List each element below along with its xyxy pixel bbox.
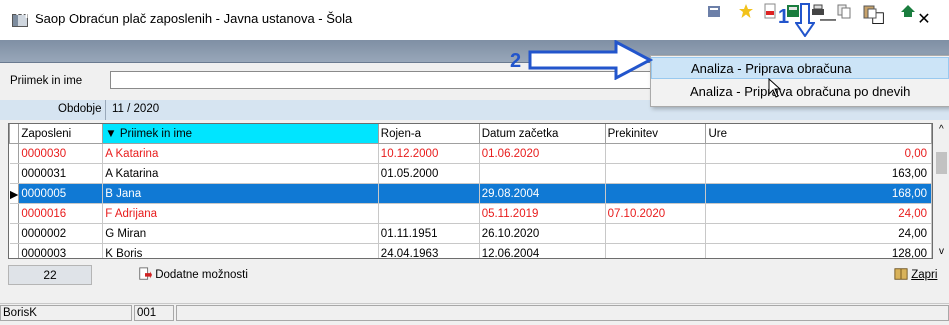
employees-grid: Zaposleni ▼ Priimek in ime Rojen-a Datum… — [8, 123, 933, 259]
cell-hours: 128,00 — [705, 243, 932, 258]
period-value: 11 / 2020 — [112, 103, 160, 115]
row-indicator-header — [9, 124, 20, 144]
arrow-doc-icon — [139, 267, 152, 280]
cell-born: 24.04.1963 — [377, 243, 480, 258]
cell-hours: 168,00 — [705, 183, 932, 204]
annotation-arrow-right-icon — [528, 40, 653, 80]
cell-termination — [604, 163, 707, 184]
close-button[interactable]: Zapri — [894, 267, 937, 281]
table-row[interactable]: 0000016 F Adrijana 05.11.2019 07.10.2020 24,… — [9, 203, 932, 224]
pdf-icon[interactable] — [762, 3, 778, 19]
more-options-button[interactable]: Dodatne možnosti — [138, 267, 248, 281]
table-header-row: Zaposleni ▼ Priimek in ime Rojen-a Datum… — [9, 124, 932, 144]
row-indicator — [9, 243, 20, 258]
period-label: Obdobje — [58, 103, 102, 115]
book-icon — [894, 268, 908, 280]
cell-employee-id: 0000005 — [18, 183, 104, 204]
menu-item-analysis-preparation-daily[interactable]: Analiza - Priprava obračuna po dnevih — [651, 81, 949, 103]
column-header-employee[interactable]: Zaposleni — [18, 124, 104, 144]
cell-hours: 163,00 — [705, 163, 932, 184]
record-count: 22 — [8, 265, 92, 285]
cell-termination — [604, 223, 707, 244]
cell-termination — [604, 183, 707, 204]
cell-name: F Adrijana — [102, 203, 379, 224]
cell-start-date — [478, 163, 606, 184]
cell-employee-id: 0000030 — [18, 143, 104, 164]
table-row[interactable]: 0000030 A Katarina 10.12.2000 01.06.2020 0,0… — [9, 143, 932, 164]
annotation-step-2: 2 — [510, 50, 522, 72]
star-icon[interactable] — [738, 3, 754, 19]
scroll-up-icon[interactable]: ^ — [939, 124, 944, 135]
cell-employee-id: 0000002 — [18, 223, 104, 244]
employees-table: Zaposleni ▼ Priimek in ime Rojen-a Datum… — [9, 124, 932, 258]
row-indicator — [9, 203, 20, 224]
close-label: Zapri — [911, 269, 938, 281]
cell-name: K Boris — [102, 243, 379, 258]
row-indicator — [9, 163, 20, 184]
cell-born — [377, 203, 480, 224]
row-indicator — [9, 143, 20, 164]
scroll-thumb[interactable] — [936, 152, 947, 174]
report-icon[interactable] — [706, 3, 722, 19]
column-header-hours[interactable]: Ure — [705, 124, 932, 144]
cell-employee-id: 0000031 — [18, 163, 104, 184]
scroll-down-icon[interactable]: v — [939, 246, 944, 257]
table-row[interactable]: 0000003 K Boris 24.04.1963 12.06.2004 128,00 — [9, 243, 932, 258]
cell-start-date: 26.10.2020 — [478, 223, 606, 244]
cell-termination — [604, 243, 707, 258]
status-user: BorisK — [0, 305, 132, 321]
cell-start-date: 12.06.2004 — [478, 243, 606, 258]
home-icon[interactable] — [900, 3, 916, 19]
cell-born: 01.11.1951 — [377, 223, 480, 244]
annotation-step-1: 1 — [778, 6, 790, 28]
section-title: Priprava obračuna — [6, 2, 129, 18]
cell-born: 10.12.2000 — [377, 143, 480, 164]
cell-born: 01.05.2000 — [377, 163, 480, 184]
cell-hours: 24,00 — [705, 223, 932, 244]
paste-icon[interactable] — [862, 3, 878, 19]
more-options-label: Dodatne možnosti — [155, 269, 248, 281]
name-filter-label: Priimek in ime — [10, 75, 83, 87]
period-divider — [105, 100, 106, 120]
row-indicator: ▶ — [9, 183, 20, 204]
cell-termination: 07.10.2020 — [604, 203, 707, 224]
column-header-start-date[interactable]: Datum začetka — [478, 124, 606, 144]
mouse-cursor-icon — [768, 78, 782, 98]
cell-termination — [604, 143, 707, 164]
cell-name: B Jana — [102, 183, 379, 204]
annotation-arrow-down-icon — [795, 3, 815, 37]
cell-name: A Katarina — [102, 143, 379, 164]
row-indicator — [9, 223, 20, 244]
cell-start-date: 05.11.2019 — [478, 203, 606, 224]
copy-icon[interactable] — [836, 3, 852, 19]
table-row[interactable]: 0000002 G Miran 01.11.1951 26.10.2020 24,00 — [9, 223, 932, 244]
column-header-name[interactable]: ▼ Priimek in ime — [102, 124, 379, 144]
cell-name: G Miran — [102, 223, 379, 244]
cell-name: A Katarina — [102, 163, 379, 184]
menu-item-analysis-preparation[interactable]: Analiza - Priprava obračuna — [651, 57, 949, 79]
status-message — [176, 305, 949, 321]
cell-employee-id: 0000003 — [18, 243, 104, 258]
cell-employee-id: 0000016 — [18, 203, 104, 224]
column-header-termination[interactable]: Prekinitev — [604, 124, 707, 144]
cell-start-date: 01.06.2020 — [478, 143, 606, 164]
cell-hours: 0,00 — [705, 143, 932, 164]
cell-start-date: 29.08.2004 — [478, 183, 606, 204]
status-code: 001 — [134, 305, 174, 321]
table-row[interactable]: 0000031 A Katarina 01.05.2000 163,00 — [9, 163, 932, 184]
column-header-born[interactable]: Rojen-a — [377, 124, 480, 144]
vertical-scrollbar[interactable] — [933, 123, 949, 259]
cell-born — [377, 183, 480, 204]
cell-hours: 24,00 — [705, 203, 932, 224]
table-row[interactable]: ▶ 0000005 B Jana 29.08.2004 168,00 — [9, 183, 932, 204]
